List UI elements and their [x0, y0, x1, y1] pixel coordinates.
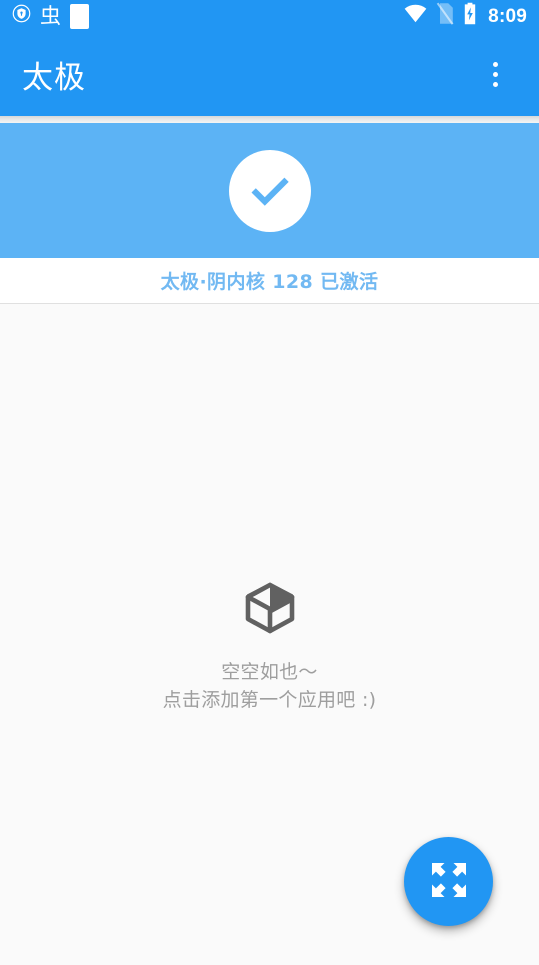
overflow-dot: [492, 81, 498, 87]
app-bar-shadow: [0, 116, 539, 123]
page-title: 太极: [22, 59, 86, 96]
app-bar: 太极: [0, 32, 539, 116]
overflow-menu-button[interactable]: [473, 44, 517, 104]
empty-state: 空空如也～ 点击添加第一个应用吧 :): [0, 575, 539, 714]
check-circle-icon: [228, 149, 311, 232]
no-sim-icon: [436, 2, 454, 30]
app-screen: 虫 8:09 太极 太极·阴内核 128 已激活 空空如也～ 点击添加第一个应用…: [0, 0, 539, 965]
wifi-icon: [404, 4, 427, 28]
status-bar: 虫 8:09: [0, 0, 539, 32]
status-bar-right-icons: 8:09: [404, 2, 527, 30]
activation-status-row[interactable]: 太极·阴内核 128 已激活: [0, 258, 539, 303]
status-bar-left-icons: 虫: [12, 3, 89, 29]
status-bar-clock: 8:09: [488, 5, 527, 27]
overflow-dot: [492, 61, 498, 67]
overflow-dot: [492, 71, 498, 77]
status-badge: 太极·阴内核 128 已激活: [160, 271, 379, 293]
debug-bug-icon: 虫: [40, 3, 61, 28]
vpn-shield-icon: [12, 4, 31, 28]
empty-state-line-2: 点击添加第一个应用吧 :): [162, 689, 377, 711]
open-box-icon: [238, 575, 302, 644]
activation-status-banner[interactable]: [0, 123, 539, 258]
empty-state-line-1: 空空如也～: [221, 661, 318, 683]
blank-notification-icon: [70, 3, 89, 29]
add-app-fab[interactable]: [404, 837, 493, 926]
expand-arrows-icon: [429, 860, 469, 903]
battery-charging-icon: [463, 2, 477, 30]
